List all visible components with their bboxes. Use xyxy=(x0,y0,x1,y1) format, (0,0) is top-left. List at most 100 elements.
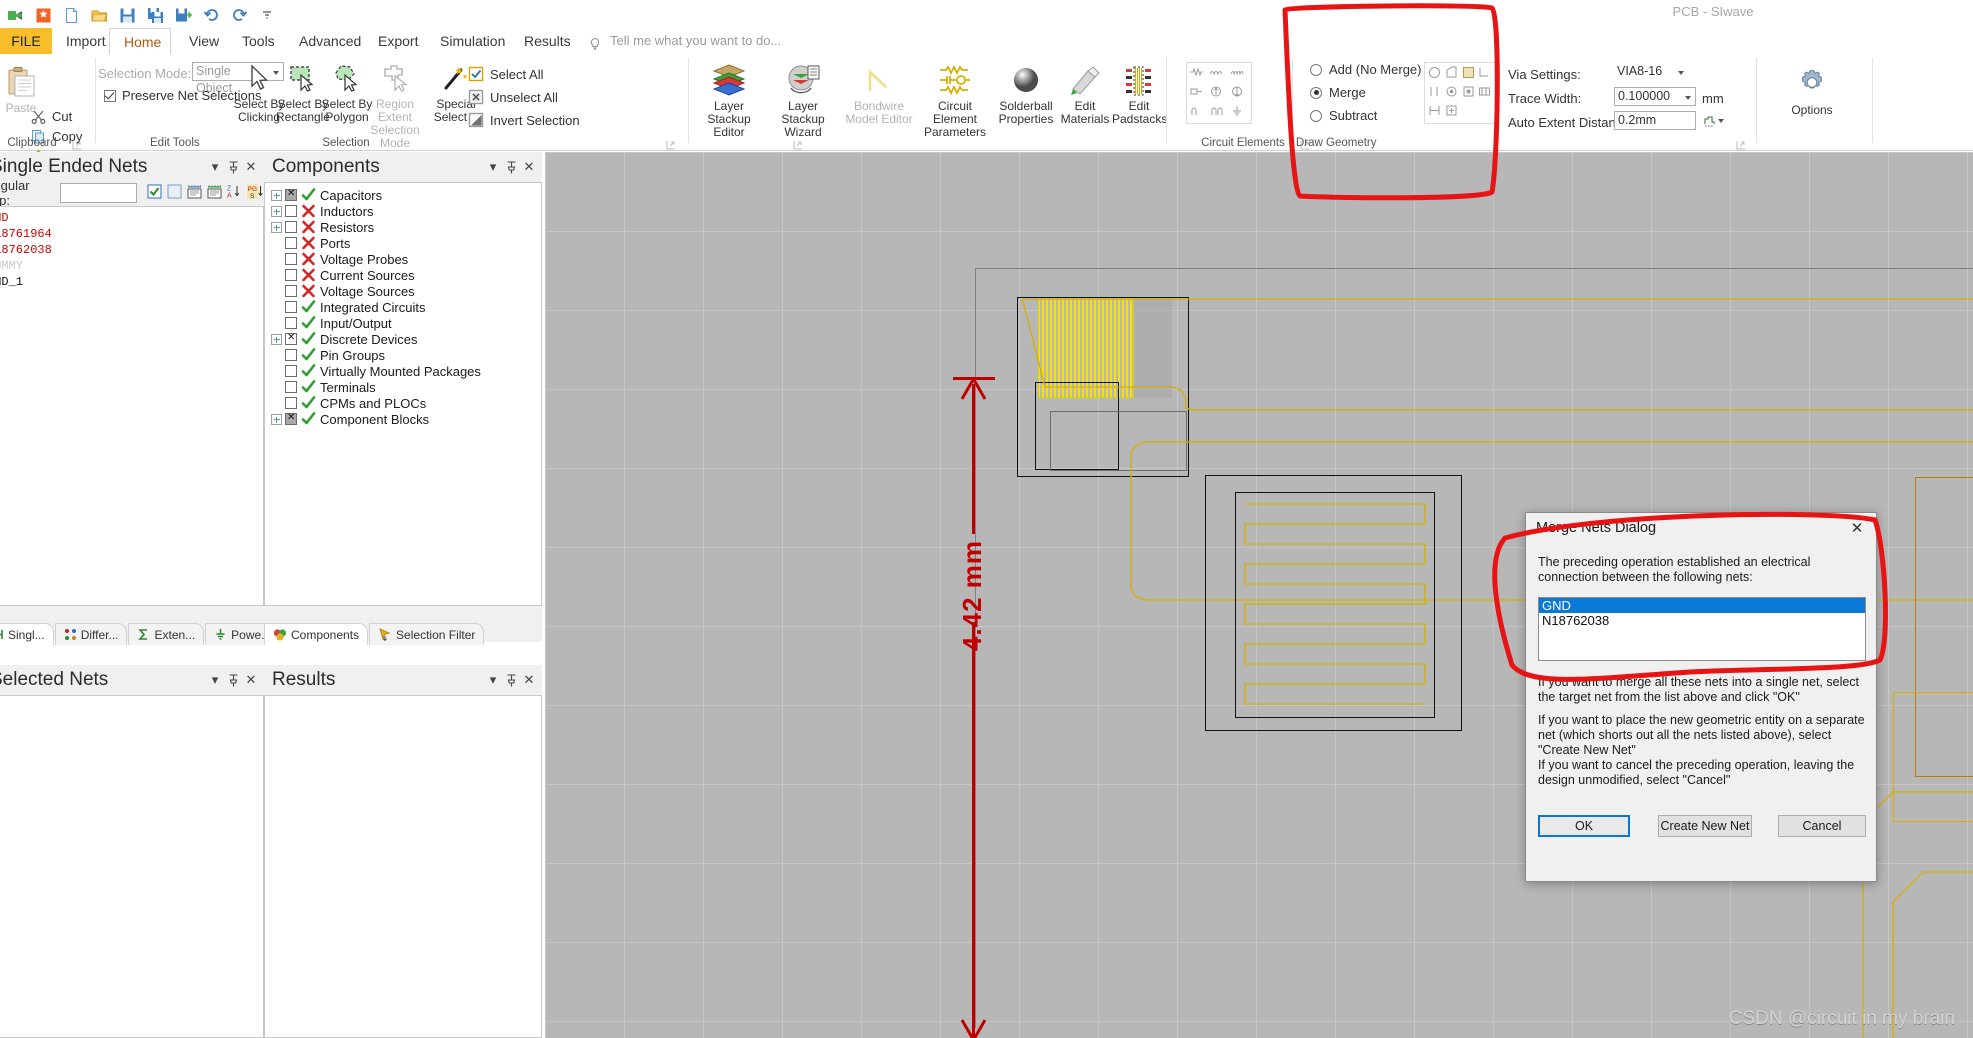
tab-differential-pairs[interactable]: Differ... xyxy=(54,623,128,645)
pin-icon[interactable] xyxy=(224,158,242,176)
tab-selection-filter[interactable]: Selection Filter xyxy=(369,623,485,645)
solderball-properties-button[interactable]: Solderball Properties xyxy=(994,58,1058,126)
components-tree-item[interactable]: Pin Groups xyxy=(271,347,541,363)
close-icon[interactable]: ✕ xyxy=(520,671,538,689)
redo-icon[interactable] xyxy=(228,4,250,26)
more-icon[interactable] xyxy=(256,4,278,26)
draw-pad-icon[interactable] xyxy=(1461,84,1476,99)
components-tree-item[interactable]: Capacitors xyxy=(271,187,541,203)
wizard-icon[interactable] xyxy=(32,4,54,26)
probe-element-icon-1[interactable] xyxy=(1189,103,1204,118)
select-visible-icon[interactable] xyxy=(187,184,202,202)
net-item[interactable]: DUMMY xyxy=(0,258,263,274)
regular-exp-input[interactable] xyxy=(60,183,137,203)
undo-icon[interactable] xyxy=(200,4,222,26)
tab-components[interactable]: Components xyxy=(264,623,369,645)
draw-rectangle-icon[interactable] xyxy=(1461,65,1476,80)
auto-extent-distance-input[interactable]: 0.2mm xyxy=(1614,111,1696,130)
net-item[interactable]: GND_1 xyxy=(0,274,263,290)
components-tree-item[interactable]: CPMs and PLOCs xyxy=(271,395,541,411)
net-item[interactable]: GND xyxy=(0,210,263,226)
check-all-icon[interactable] xyxy=(147,184,162,202)
single-ended-nets-list[interactable]: GND N18761964 N18762038 DUMMY GND_1 xyxy=(0,206,264,606)
sort-pgs-icon[interactable]: PG S xyxy=(247,184,264,202)
circuit-element-palette[interactable] xyxy=(1186,62,1252,124)
net-list-item[interactable]: N18762038 xyxy=(1539,613,1865,628)
region-extent-selection-mode-button[interactable]: Region Extent Selection Mode xyxy=(362,56,428,150)
current-source-icon[interactable] xyxy=(1209,84,1224,99)
draw-polygon-icon[interactable] xyxy=(1444,65,1459,80)
tree-checkbox[interactable] xyxy=(285,381,297,393)
tab-extended-nets[interactable]: Exten... xyxy=(128,623,205,645)
expand-plus-icon[interactable] xyxy=(271,333,282,345)
tree-checkbox[interactable] xyxy=(285,301,297,313)
bondwire-model-editor-button[interactable]: Bondwire Model Editor xyxy=(842,58,916,126)
results-list[interactable] xyxy=(264,695,542,1038)
clipboard-dialog-launcher[interactable] xyxy=(72,138,82,150)
pin-icon[interactable] xyxy=(502,671,520,689)
tree-checkbox[interactable] xyxy=(285,317,297,329)
auto-extent-picker-button[interactable] xyxy=(1701,111,1727,131)
tree-checkbox[interactable] xyxy=(285,349,297,361)
components-tree-item[interactable]: Resistors xyxy=(271,219,541,235)
tab-single-ended-nets[interactable]: Singl... xyxy=(0,623,54,645)
save-icon[interactable] xyxy=(116,4,138,26)
selected-nets-list[interactable] xyxy=(0,695,264,1038)
open-folder-icon[interactable] xyxy=(88,4,110,26)
voltage-source-icon[interactable] xyxy=(1230,84,1245,99)
cut-button[interactable]: Cut xyxy=(30,106,72,126)
draw-geometry-dialog-launcher[interactable] xyxy=(1736,138,1746,150)
draw-path-icon[interactable] xyxy=(1477,65,1492,80)
panel-menu-icon[interactable]: ▾ xyxy=(484,158,502,176)
close-icon[interactable]: ✕ xyxy=(520,158,538,176)
tab-export[interactable]: Export xyxy=(364,28,432,54)
close-icon[interactable]: ✕ xyxy=(1844,517,1870,539)
tell-me-search[interactable]: Tell me what you want to do... xyxy=(588,28,781,54)
merge-nets-dialog[interactable]: Merge Nets Dialog ✕ The preceding operat… xyxy=(1525,512,1877,882)
draw-via-icon[interactable] xyxy=(1444,84,1459,99)
create-new-net-button[interactable]: Create New Net xyxy=(1658,815,1752,837)
mode-add-no-merge-radio[interactable]: Add (No Merge) xyxy=(1310,62,1421,77)
tab-view[interactable]: View xyxy=(175,28,233,54)
unselect-all-button[interactable]: Unselect All xyxy=(468,87,558,107)
components-tree-item[interactable]: Integrated Circuits xyxy=(271,299,541,315)
edit-padstacks-button[interactable]: Edit Padstacks xyxy=(1112,58,1167,126)
tree-checkbox[interactable] xyxy=(285,237,297,249)
components-tree-item[interactable]: Ports xyxy=(271,235,541,251)
tree-checkbox[interactable] xyxy=(285,285,297,297)
expand-plus-icon[interactable] xyxy=(271,205,282,217)
tab-advanced[interactable]: Advanced xyxy=(285,28,375,54)
layer-stackup-editor-button[interactable]: Layer Stackup Editor xyxy=(692,58,766,139)
draw-add-icon[interactable] xyxy=(1444,103,1459,118)
edit-tools-dialog-launcher[interactable] xyxy=(793,138,803,150)
draw-shape-palette[interactable] xyxy=(1424,62,1496,124)
port-element-icon[interactable] xyxy=(1189,84,1204,99)
components-tree-item[interactable]: Terminals xyxy=(271,379,541,395)
trace-width-combo[interactable]: 0.100000 xyxy=(1614,87,1696,106)
tab-results[interactable]: Results xyxy=(510,28,585,54)
components-tree-item[interactable]: Current Sources xyxy=(271,267,541,283)
tree-checkbox[interactable] xyxy=(285,269,297,281)
tab-home[interactable]: Home xyxy=(109,28,171,55)
net-item[interactable]: N18762038 xyxy=(0,242,263,258)
sort-za-icon[interactable]: ZA xyxy=(227,184,242,202)
nets-listbox[interactable]: GND N18762038 xyxy=(1538,597,1866,661)
components-tree-item[interactable]: Voltage Probes xyxy=(271,251,541,267)
edit-materials-button[interactable]: Edit Materials xyxy=(1058,58,1112,126)
mode-subtract-radio[interactable]: Subtract xyxy=(1310,108,1377,123)
expand-plus-icon[interactable] xyxy=(271,189,282,201)
close-icon[interactable]: ✕ xyxy=(242,671,260,689)
tab-tools[interactable]: Tools xyxy=(228,28,289,54)
ground-element-icon[interactable] xyxy=(1230,103,1245,118)
net-item[interactable]: N18761964 xyxy=(0,226,263,242)
tree-checkbox[interactable] xyxy=(285,188,297,201)
via-settings-combo[interactable]: VIA8-16 xyxy=(1614,63,1688,82)
options-button[interactable]: Options xyxy=(1776,62,1848,117)
components-tree-item[interactable]: Input/Output xyxy=(271,315,541,331)
cancel-button[interactable]: Cancel xyxy=(1778,815,1866,837)
components-tree-item[interactable]: Inductors xyxy=(271,203,541,219)
pin-icon[interactable] xyxy=(224,671,242,689)
components-tree[interactable]: CapacitorsInductorsResistorsPortsVoltage… xyxy=(264,182,542,606)
invert-selection-button[interactable]: Invert Selection xyxy=(468,110,580,130)
tree-checkbox[interactable] xyxy=(285,332,297,345)
